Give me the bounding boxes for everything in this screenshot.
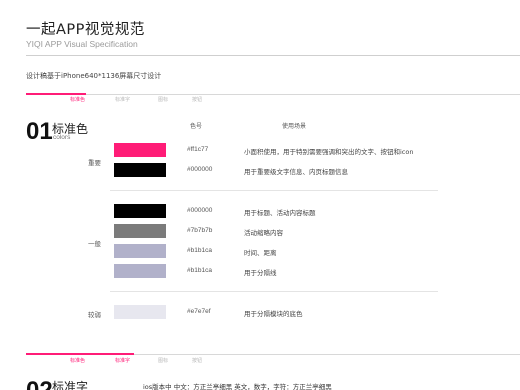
color-usage: 用于分隔线 xyxy=(244,269,277,277)
color-swatch xyxy=(114,264,166,278)
tab-active-indicator xyxy=(26,93,86,95)
group-divider xyxy=(110,190,438,191)
group-label-weak: 较弱 xyxy=(88,311,101,319)
group-label-important: 重要 xyxy=(88,159,101,167)
column-header-code: 色号 xyxy=(190,123,203,130)
tab-buttons[interactable]: 按钮 xyxy=(192,96,202,103)
color-usage: 用于重要级文字信息、内页标题信息 xyxy=(244,168,348,176)
section-number: 01 xyxy=(26,118,53,145)
color-usage: 时间、距离 xyxy=(244,249,277,257)
color-usage: 用于分隔模块的底色 xyxy=(244,310,303,318)
section-number: 02 xyxy=(26,377,53,390)
font-spec-line: ios版本中 中文：方正兰亭细黑 英文，数字，字符：方正兰亭细黑 xyxy=(143,383,332,390)
tab-colors[interactable]: 标准色 xyxy=(70,357,85,364)
color-swatch xyxy=(114,244,166,258)
color-code: #ff1c77 xyxy=(187,146,209,153)
color-code: #000000 xyxy=(187,207,213,214)
header-divider xyxy=(26,55,520,56)
color-swatch xyxy=(114,204,166,218)
tab-colors[interactable]: 标准色 xyxy=(70,96,85,103)
tab-active-indicator xyxy=(26,353,134,355)
color-swatch xyxy=(114,224,166,238)
page-subtitle: 设计稿基于iPhone640*1136屏幕尺寸设计 xyxy=(26,72,162,80)
tab-icons[interactable]: 图标 xyxy=(158,357,168,364)
tab-typography[interactable]: 标准字 xyxy=(115,96,130,103)
color-usage: 小面积使用，用于特别需要强调和突出的文字、按钮和icon xyxy=(244,148,414,156)
color-usage: 活动缩略内容 xyxy=(244,229,283,237)
group-label-normal: 一般 xyxy=(88,240,101,248)
color-usage: 用于标题、活动内容标题 xyxy=(244,209,316,217)
page-title: 一起APP视觉规范 xyxy=(26,22,145,38)
color-code: #000000 xyxy=(187,166,213,173)
color-swatch xyxy=(114,305,166,319)
color-code: #b1b1ca xyxy=(187,267,212,274)
tab-icons[interactable]: 图标 xyxy=(158,96,168,103)
color-code: #b1b1ca xyxy=(187,247,212,254)
color-swatch xyxy=(114,143,166,157)
tab-typography[interactable]: 标准字 xyxy=(115,357,130,364)
column-header-usage: 使用场景 xyxy=(282,123,307,130)
tab-bar-line xyxy=(26,94,520,95)
section-title: 标准字 xyxy=(52,380,89,390)
section-subtitle: colors xyxy=(53,134,71,141)
tab-buttons[interactable]: 按钮 xyxy=(192,357,202,364)
color-code: #e7e7ef xyxy=(187,308,211,315)
group-divider xyxy=(110,291,438,292)
page-title-en: YIQI APP Visual Specification xyxy=(26,39,138,49)
color-code: #7b7b7b xyxy=(187,227,213,234)
color-swatch xyxy=(114,163,166,177)
